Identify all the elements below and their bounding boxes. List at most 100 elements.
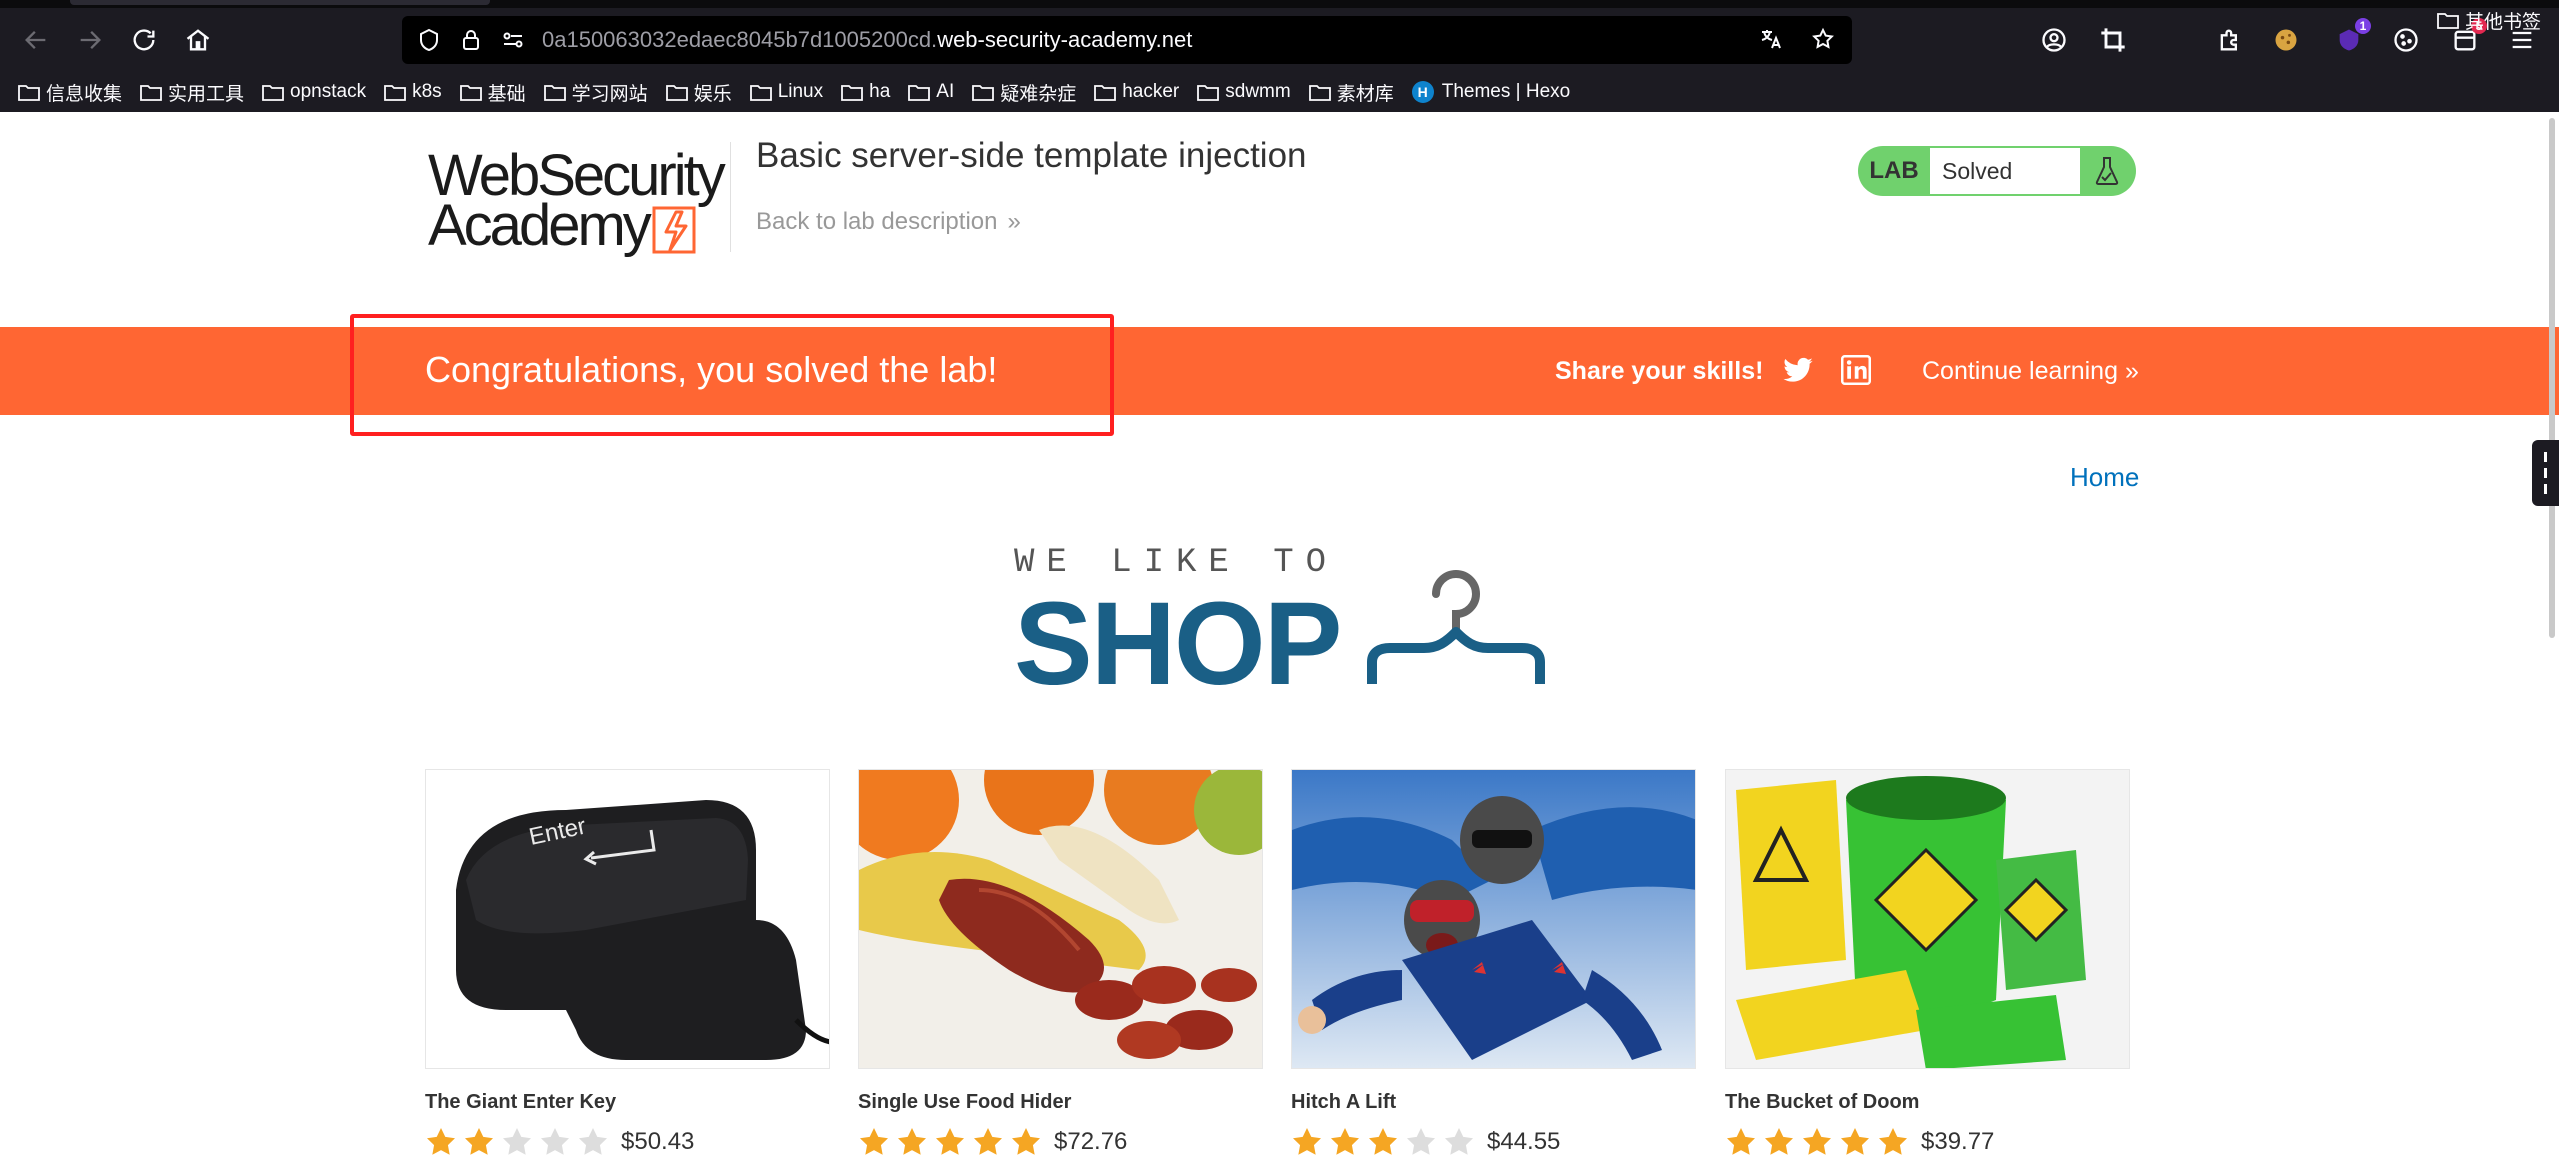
bookmark-hexo[interactable]: H Themes | Hexo	[1411, 81, 1571, 103]
product-name: The Bucket of Doom	[1725, 1091, 1920, 1113]
folder-icon	[908, 85, 931, 101]
product-image-bucket-of-doom[interactable]	[1725, 769, 2130, 1069]
star-filled-icon	[1331, 1128, 1359, 1155]
rating-stars	[425, 1126, 615, 1158]
star-filled-icon	[427, 1128, 455, 1155]
product-card[interactable]: The Bucket of Doom $39.77	[1725, 769, 2130, 1158]
bookmark-label: 疑难杂症	[1000, 83, 1077, 105]
product-card[interactable]: Hitch A Lift $44.55	[1291, 769, 1696, 1158]
folder-icon	[1308, 85, 1331, 101]
web-page: WebSecurity Academy Basic server-side te…	[0, 112, 2559, 1168]
bookmark-folder[interactable]: 实用工具	[140, 79, 244, 106]
twitter-icon[interactable]	[1782, 357, 1814, 385]
bookmark-folder[interactable]: AI	[908, 81, 954, 103]
lock-icon[interactable]	[456, 25, 486, 55]
bookmark-label: 娱乐	[693, 83, 732, 105]
bookmark-folder[interactable]: 疑难杂症	[972, 79, 1076, 106]
product-price: $39.77	[1921, 1128, 1995, 1155]
site-permissions-icon[interactable]	[498, 25, 528, 55]
product-card[interactable]: Enter The Giant Enter Key $50.43	[425, 769, 830, 1158]
product-card[interactable]: Single Use Food Hider $72.76	[858, 769, 1263, 1158]
forward-arrow-icon[interactable]	[70, 20, 110, 60]
folder-icon	[1094, 85, 1117, 101]
product-image-food-hider[interactable]	[858, 769, 1263, 1069]
lab-title: Basic server-side template injection	[756, 136, 1307, 175]
bookmark-label: 学习网站	[571, 83, 648, 105]
folder-icon	[2437, 13, 2459, 29]
bookmark-folder[interactable]: 基础	[459, 79, 526, 106]
side-panel-handle[interactable]	[2532, 440, 2559, 506]
bookmark-folder[interactable]: 信息收集	[18, 79, 122, 106]
product-name: The Giant Enter Key	[425, 1091, 617, 1113]
bookmark-label: hacker	[1122, 81, 1180, 102]
home-link[interactable]: Home	[2070, 462, 2139, 493]
linkedin-icon[interactable]	[1841, 355, 1871, 385]
star-empty-icon	[503, 1128, 531, 1155]
bookmark-label: 素材库	[1336, 83, 1394, 105]
url-bar[interactable]: 0a150063032edaec8045b7d1005200cd.web-sec…	[402, 16, 1852, 64]
product-rating: $72.76	[858, 1126, 1263, 1158]
continue-learning-link[interactable]: Continue learning »	[1922, 357, 2139, 386]
bookmark-folder[interactable]: Linux	[749, 81, 824, 103]
translate-icon[interactable]	[1756, 24, 1786, 54]
double-chevron-icon: »	[1007, 208, 1021, 235]
bookmark-folder[interactable]: hacker	[1094, 81, 1179, 103]
bookmark-folder[interactable]: ha	[841, 81, 890, 103]
star-empty-icon	[1407, 1128, 1435, 1155]
star-empty-icon	[541, 1128, 569, 1155]
hanger-icon	[1367, 570, 1545, 684]
bookmark-folder[interactable]: 素材库	[1308, 79, 1394, 106]
back-arrow-icon[interactable]	[16, 20, 56, 60]
star-filled-icon	[974, 1128, 1002, 1155]
star-filled-icon	[1879, 1128, 1907, 1155]
bookmark-folder[interactable]: sdwmm	[1197, 81, 1291, 103]
reload-icon[interactable]	[124, 20, 164, 60]
red-annotation-box	[350, 314, 1114, 436]
active-tab[interactable]	[70, 0, 490, 5]
account-icon[interactable]	[2036, 22, 2072, 58]
bookmark-folder[interactable]: 学习网站	[543, 79, 648, 106]
bookmark-star-icon[interactable]	[1808, 24, 1838, 54]
logo-line2: Academy	[428, 193, 652, 258]
star-filled-icon	[1727, 1128, 1755, 1155]
crop-icon[interactable]	[2095, 22, 2131, 58]
extensions-puzzle-icon[interactable]	[2212, 22, 2248, 58]
bookmark-other[interactable]: 其他书签	[2437, 0, 2541, 40]
back-link-label: Back to lab description	[756, 208, 998, 235]
shield-icon[interactable]	[414, 25, 444, 55]
url-text[interactable]: 0a150063032edaec8045b7d1005200cd.web-sec…	[542, 27, 1192, 53]
double-chevron-icon: »	[2124, 357, 2139, 385]
bookmark-label: Linux	[777, 81, 824, 102]
product-price: $50.43	[621, 1128, 695, 1155]
product-price: $72.76	[1054, 1128, 1128, 1155]
shield-extension-icon[interactable]: 1	[2331, 18, 2371, 58]
cookie-extension-icon[interactable]	[2268, 22, 2304, 58]
folder-icon	[262, 85, 284, 101]
product-rating: $39.77	[1725, 1126, 2130, 1158]
star-filled-icon	[936, 1128, 964, 1155]
page-scrollbar[interactable]	[2549, 118, 2555, 638]
bookmark-label: Themes | Hexo	[1441, 81, 1571, 102]
product-rating: $44.55	[1291, 1126, 1696, 1158]
star-empty-icon	[579, 1128, 607, 1155]
bookmark-label: 实用工具	[168, 83, 245, 105]
star-filled-icon	[1841, 1128, 1869, 1155]
product-image-skydivers[interactable]	[1291, 769, 1696, 1069]
academy-logo[interactable]: WebSecurity Academy	[428, 142, 728, 262]
star-empty-icon	[1445, 1128, 1473, 1155]
bookmark-folder[interactable]: opnstack	[262, 81, 366, 103]
bookmark-folder[interactable]: 娱乐	[665, 79, 732, 106]
back-to-lab-link[interactable]: Back to lab description »	[756, 208, 1021, 236]
continue-label: Continue learning	[1922, 357, 2118, 385]
bookmark-label: ha	[869, 81, 891, 102]
home-icon[interactable]	[178, 20, 218, 60]
bookmarks-bar: 信息收集 实用工具 opnstack k8s 基础 学习网站 娱乐 Linux ha AI 疑难杂症…	[0, 72, 2559, 112]
bookmark-folder[interactable]: k8s	[384, 81, 442, 103]
cookie-editor-icon[interactable]	[2388, 22, 2424, 58]
bookmark-label: sdwmm	[1225, 81, 1291, 102]
star-filled-icon	[1012, 1128, 1040, 1155]
folder-icon	[841, 85, 864, 101]
shop-logo-title: SHOP	[1014, 578, 1342, 710]
product-image-enter-key[interactable]: Enter	[425, 769, 830, 1069]
shop-logo: WE LIKE TO SHOP	[1014, 544, 1574, 714]
